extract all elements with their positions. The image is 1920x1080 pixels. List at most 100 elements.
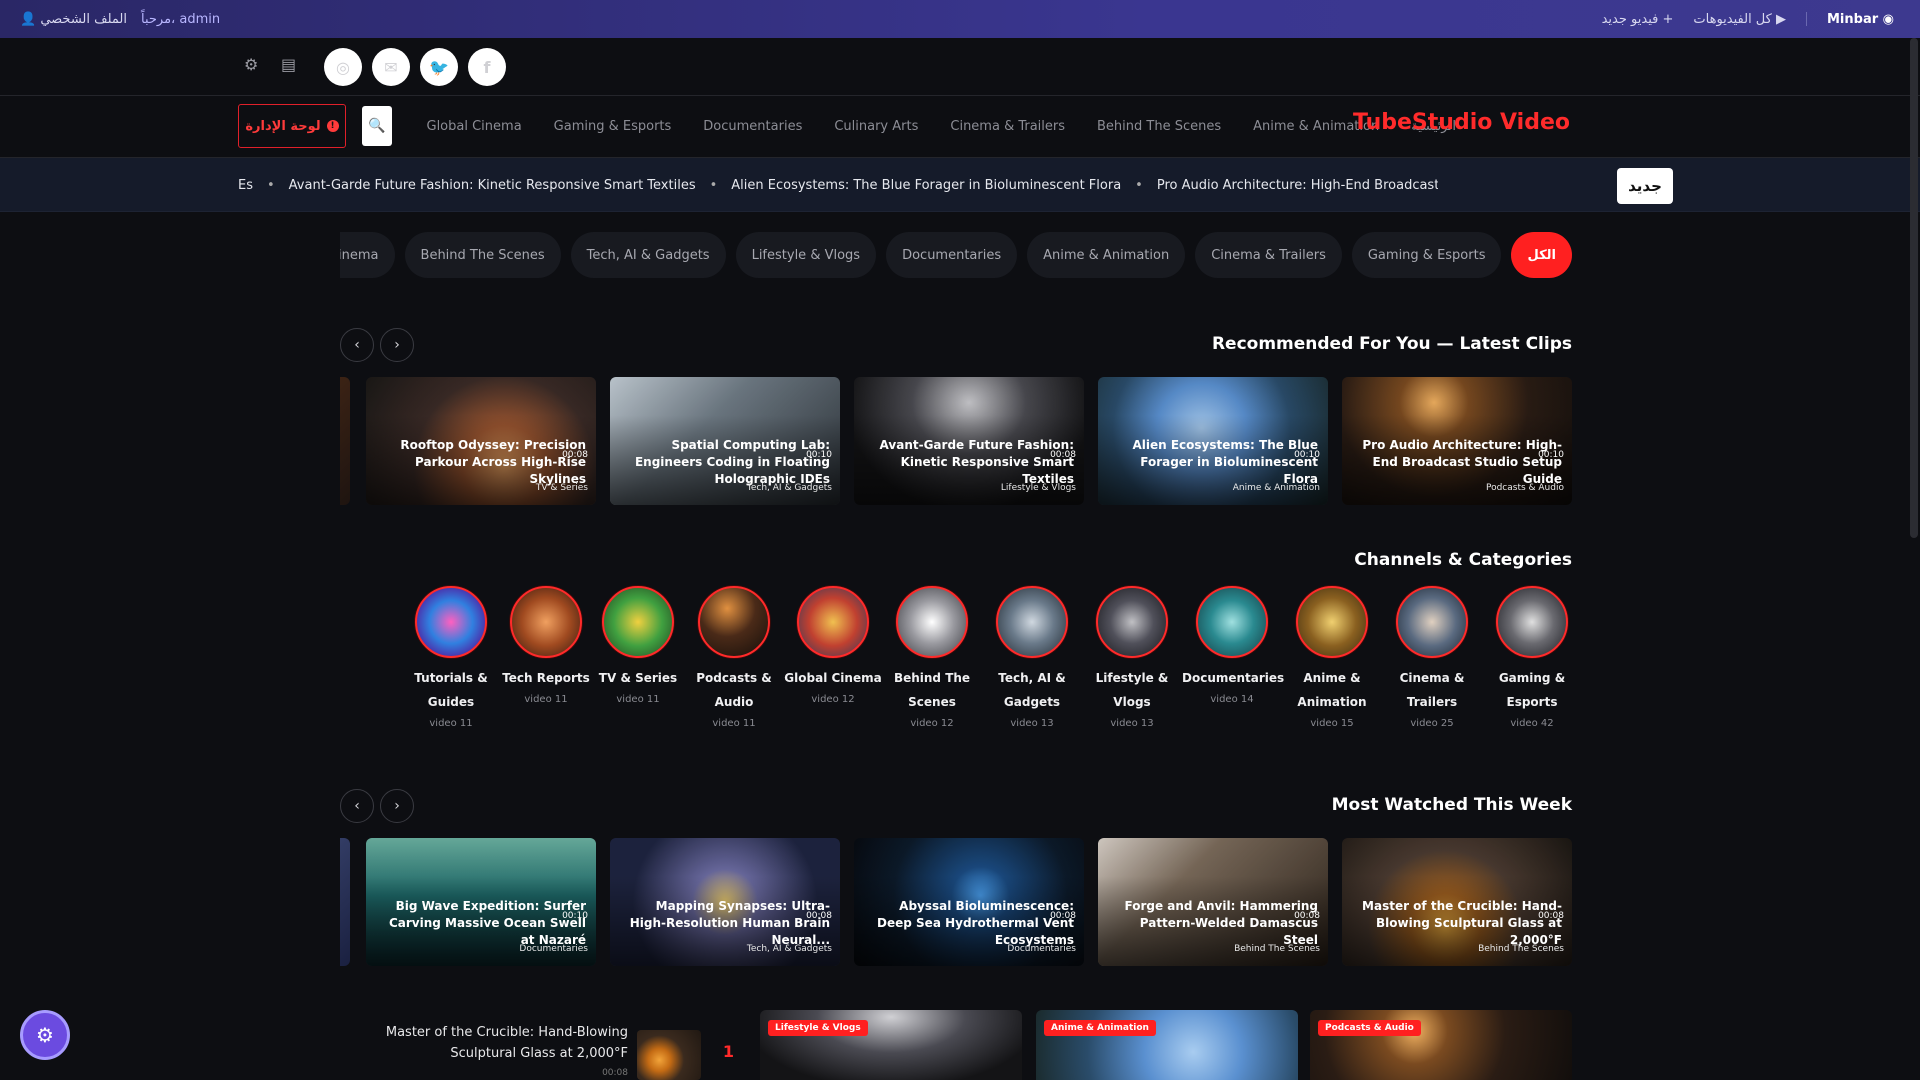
category-pill[interactable]: Anime & Animation [1027, 232, 1186, 278]
channel-avatar [510, 586, 582, 658]
channel-count: video 11 [429, 718, 473, 729]
channel-count: video 11 [712, 718, 756, 729]
ticker-item[interactable]: Avant-Garde Future Fashion: Kinetic Resp… [289, 178, 696, 193]
ticker-item[interactable]: Es [238, 178, 253, 193]
email-icon[interactable]: ✉ [372, 48, 410, 86]
category-pill[interactable]: Cinema & Trailers [1195, 232, 1342, 278]
category-pill[interactable]: Documentaries [886, 232, 1018, 278]
card-title: Forge and Anvil: Hammering Pattern-Welde… [1124, 899, 1319, 947]
channel-item[interactable]: Podcasts & Audio video 11 [684, 586, 784, 729]
video-card[interactable]: Spatial Computing Lab: Engineers Coding … [610, 377, 840, 505]
channel-avatar [698, 586, 770, 658]
instagram-icon[interactable]: ◎ [324, 48, 362, 86]
category-pill-all[interactable]: الكل [1511, 232, 1572, 278]
next-arrow[interactable]: › [380, 789, 414, 823]
card-duration: 00:10 [562, 911, 588, 921]
social-row: ⚙ ▤ ◎ ✉ 🐦 f [0, 38, 1920, 96]
list-item[interactable]: Master of the Crucible: Hand-Blowing Scu… [340, 1012, 740, 1080]
channel-count: video 11 [616, 694, 660, 705]
bullet: • [1135, 177, 1143, 193]
featured-card[interactable]: Lifestyle & Vlogs [760, 1010, 1022, 1080]
facebook-icon[interactable]: f [468, 48, 506, 86]
video-card[interactable]: Big Wave Expedition: Surfer Carving Mass… [366, 838, 596, 966]
channel-item[interactable]: Anime & Animation video 15 [1282, 586, 1382, 729]
brand-label: Minbar [1826, 11, 1879, 27]
profile-link[interactable]: 👤 الملف الشخصي [20, 12, 127, 27]
video-card[interactable]: Rooftop Odyssey: Precision Parkour Acros… [366, 377, 596, 505]
prev-arrow[interactable]: ‹ [340, 789, 374, 823]
featured-card[interactable]: Podcasts & Audio [1310, 1010, 1572, 1080]
ticker-item[interactable]: Pro Audio Architecture: High-End Broadca… [1157, 178, 1438, 193]
card-category: Lifestyle & Vlogs [1000, 483, 1076, 493]
category-pill[interactable]: Global Cinema [340, 232, 395, 278]
list-item-thumbnail [637, 1030, 701, 1080]
id-card-icon[interactable]: ▤ [281, 55, 296, 74]
video-card-partial[interactable] [340, 838, 350, 966]
channel-item[interactable]: Gaming & Esports video 42 [1482, 586, 1582, 729]
site-title[interactable]: TubeStudio Video [1353, 110, 1570, 135]
nav-link[interactable]: Gaming & Esports [554, 119, 672, 134]
card-category: Documentaries [1007, 944, 1076, 954]
gear-icon[interactable]: ⚙ [244, 55, 258, 74]
channel-name: Anime & Animation [1297, 671, 1367, 709]
recommended-row: Rooftop Odyssey: Precision Parkour Acros… [340, 377, 1572, 505]
video-card[interactable]: Avant-Garde Future Fashion: Kinetic Resp… [854, 377, 1084, 505]
nav-link[interactable]: Documentaries [703, 119, 802, 134]
nav-link[interactable]: Cinema & Trailers [950, 119, 1065, 134]
category-pill[interactable]: Lifestyle & Vlogs [735, 232, 877, 278]
prev-arrow[interactable]: ‹ [340, 328, 374, 362]
channel-item[interactable]: Cinema & Trailers video 25 [1382, 586, 1482, 729]
bullet: • [709, 177, 718, 193]
scrollbar[interactable] [1910, 38, 1918, 538]
channel-item[interactable]: Tutorials & Guides video 11 [401, 586, 501, 729]
video-card[interactable]: Mapping Synapses: Ultra-High-Resolution … [610, 838, 840, 966]
channel-avatar [415, 586, 487, 658]
channel-item[interactable]: Lifestyle & Vlogs video 13 [1082, 586, 1182, 729]
featured-card[interactable]: Anime & Animation [1036, 1010, 1298, 1080]
video-card[interactable]: Pro Audio Architecture: High-End Broadca… [1342, 377, 1572, 505]
channel-count: video 25 [1410, 718, 1454, 729]
settings-fab[interactable]: ⚙ [20, 1010, 70, 1060]
channel-item[interactable]: Tech Reports video 11 [496, 586, 596, 705]
category-pill[interactable]: Gaming & Esports [1351, 232, 1502, 278]
category-pill[interactable]: Behind The Scenes [404, 232, 561, 278]
video-card[interactable]: Forge and Anvil: Hammering Pattern-Welde… [1098, 838, 1328, 966]
next-arrow[interactable]: › [380, 328, 414, 362]
category-tag: Lifestyle & Vlogs [768, 1020, 868, 1036]
category-pill[interactable]: Tech, AI & Gadgets [570, 232, 726, 278]
card-title: Abyssal Bioluminescence: Deep Sea Hydrot… [877, 899, 1074, 947]
video-card[interactable]: Master of the Crucible: Hand-Blowing Scu… [1342, 838, 1572, 966]
channel-item[interactable]: Behind The Scenes video 12 [882, 586, 982, 729]
all-videos-link[interactable]: كل الفيديوهات ▶ [1693, 12, 1786, 27]
card-duration: 00:08 [562, 450, 588, 460]
nav-link[interactable]: Behind The Scenes [1097, 119, 1221, 134]
video-card[interactable]: Abyssal Bioluminescence: Deep Sea Hydrot… [854, 838, 1084, 966]
channel-count: video 15 [1310, 718, 1354, 729]
admin-dashboard-button[interactable]: لوحة الإدارة ! [238, 104, 346, 148]
video-card[interactable]: Alien Ecosystems: The Blue Forager in Bi… [1098, 377, 1328, 505]
nav-link[interactable]: Culinary Arts [834, 119, 918, 134]
channel-avatar [602, 586, 674, 658]
channel-name: Gaming & Esports [1498, 671, 1566, 709]
channel-item[interactable]: Tech, AI & Gadgets video 13 [982, 586, 1082, 729]
brand-icon: ◉ [1882, 11, 1894, 27]
channel-count: video 42 [1510, 718, 1554, 729]
video-card-partial[interactable] [340, 377, 350, 505]
card-title: Rooftop Odyssey: Precision Parkour Acros… [400, 438, 586, 486]
plus-icon: + [1662, 11, 1674, 27]
all-videos-label: كل الفيديوهات [1693, 11, 1772, 27]
card-title: Pro Audio Architecture: High-End Broadca… [1362, 438, 1562, 486]
channel-item[interactable]: Documentaries video 14 [1182, 586, 1284, 705]
nav-link[interactable]: Global Cinema [427, 119, 522, 134]
search-button[interactable]: 🔍 [362, 106, 392, 146]
channel-item[interactable]: TV & Series video 11 [588, 586, 688, 705]
new-badge: جديد [1617, 168, 1673, 204]
ticker-item[interactable]: Alien Ecosystems: The Blue Forager in Bi… [731, 178, 1121, 193]
twitter-icon[interactable]: 🐦 [420, 48, 458, 86]
new-video-link[interactable]: فيديو جديد + [1602, 12, 1674, 27]
channel-name: Cinema & Trailers [1399, 671, 1465, 709]
card-duration: 00:08 [806, 911, 832, 921]
brand-link[interactable]: Minbar ◉ [1827, 12, 1894, 27]
search-icon: 🔍 [368, 118, 386, 134]
channel-item[interactable]: Global Cinema video 12 [783, 586, 883, 705]
